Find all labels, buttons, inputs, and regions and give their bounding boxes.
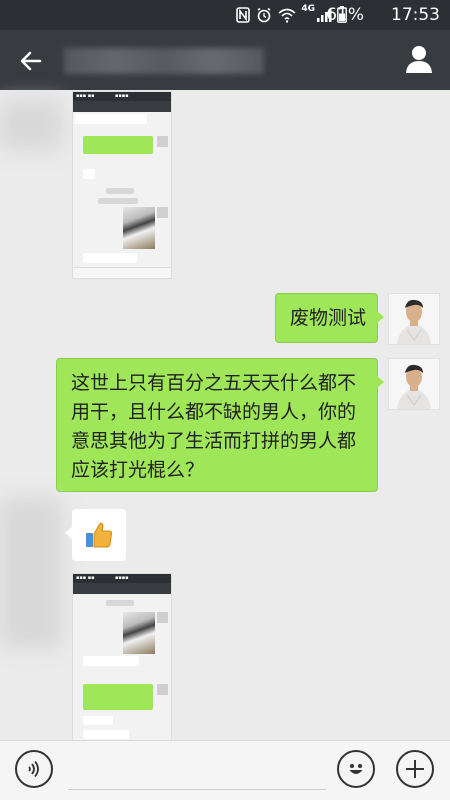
voice-icon bbox=[28, 760, 39, 778]
message-bubble-sent[interactable]: 这世上只有百分之五天天什么都不用干，且什么都不缺的男人，你的意思其他为了生活而打… bbox=[56, 358, 384, 492]
avatar-photo bbox=[389, 294, 439, 344]
screenshot-image-1[interactable]: ▪▪▪ ▪▪ ▪▪▪▪ bbox=[72, 91, 172, 279]
wifi-icon bbox=[278, 8, 296, 23]
chat-header bbox=[0, 30, 450, 90]
back-arrow-icon[interactable] bbox=[16, 46, 46, 76]
plus-icon bbox=[406, 760, 424, 778]
message-bubble-received[interactable] bbox=[65, 509, 126, 561]
blurred-contact-name bbox=[64, 48, 264, 74]
more-button[interactable] bbox=[396, 750, 434, 788]
emoji-button[interactable] bbox=[337, 750, 375, 788]
status-bar: 4G 61% 17:53 bbox=[0, 0, 450, 30]
battery-percent: 61% bbox=[326, 5, 364, 25]
voice-button[interactable] bbox=[15, 750, 53, 788]
nfc-icon bbox=[236, 7, 250, 23]
clock: 17:53 bbox=[391, 5, 440, 25]
blurred-avatar bbox=[0, 498, 62, 648]
message-text: 这世上只有百分之五天天什么都不用干，且什么都不缺的男人，你的意思其他为了生活而打… bbox=[71, 372, 357, 481]
thumbs-up-icon bbox=[86, 522, 113, 548]
blurred-avatar bbox=[0, 100, 62, 150]
network-type: 4G bbox=[301, 4, 315, 14]
screenshot-image-2[interactable]: ▪▪▪ ▪▪ ▪▪▪▪ bbox=[72, 573, 172, 741]
profile-icon[interactable] bbox=[404, 44, 434, 74]
alarm-icon bbox=[257, 7, 271, 23]
avatar-self[interactable] bbox=[388, 358, 440, 410]
avatar-self[interactable] bbox=[388, 293, 440, 345]
message-text: 废物测试 bbox=[290, 307, 367, 329]
chat-area[interactable]: ▪▪▪ ▪▪ ▪▪▪▪ 废物测试 这世上只有百分之五天天什么都不用干，且什么都不缺… bbox=[0, 90, 450, 741]
message-bubble-sent[interactable]: 废物测试 bbox=[275, 293, 384, 343]
avatar-photo bbox=[389, 359, 439, 409]
input-bar bbox=[0, 740, 450, 800]
message-input[interactable] bbox=[68, 789, 326, 790]
smiley-icon bbox=[349, 764, 363, 774]
